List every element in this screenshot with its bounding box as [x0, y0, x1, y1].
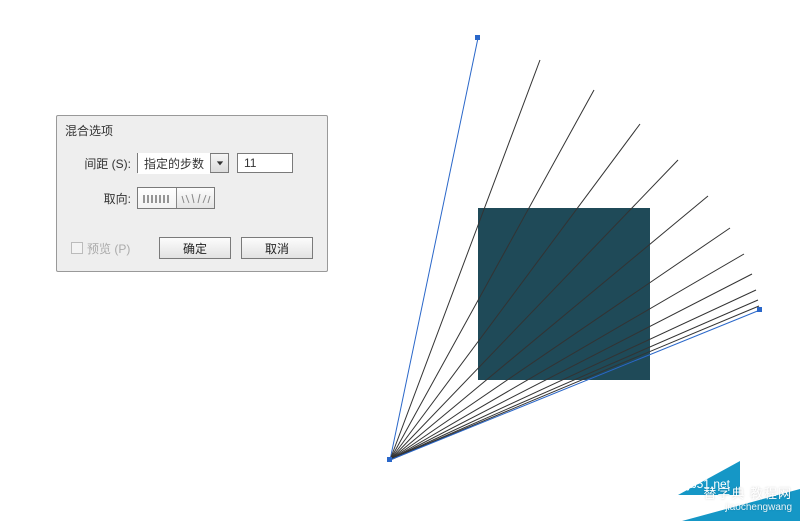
watermark-text: 替字典 教程网 jiaochengwang [703, 487, 792, 515]
dialog-footer: 预览 (P) 确定 取消 [57, 231, 327, 271]
cancel-button[interactable]: 取消 [241, 237, 313, 259]
align-to-path-icon[interactable] [176, 188, 214, 208]
preview-checkbox: 预览 (P) [71, 240, 149, 257]
canvas-square[interactable] [478, 208, 650, 380]
ok-button[interactable]: 确定 [159, 237, 231, 259]
orientation-label: 取向: [71, 190, 131, 207]
preview-label: 预览 (P) [87, 240, 130, 257]
spacing-label: 间距 (S): [71, 155, 131, 172]
dialog-body: 间距 (S): 指定的步数 11 取向: [57, 143, 327, 231]
orientation-row: 取向: [71, 187, 313, 209]
watermark: jb51.net 替字典 教程网 jiaochengwang [660, 461, 800, 521]
blend-options-dialog: 混合选项 间距 (S): 指定的步数 11 取向: [56, 115, 328, 272]
blend-line-start[interactable] [390, 38, 478, 460]
align-to-page-icon[interactable] [138, 188, 176, 208]
steps-value: 11 [244, 156, 256, 170]
dialog-title: 混合选项 [57, 116, 327, 143]
anchor-point[interactable] [757, 307, 762, 312]
spacing-mode-select[interactable]: 指定的步数 [137, 153, 229, 173]
checkbox-icon [71, 242, 83, 254]
chevron-down-icon[interactable] [210, 154, 228, 172]
anchor-point[interactable] [475, 35, 480, 40]
spacing-mode-value: 指定的步数 [138, 153, 210, 174]
spacing-row: 间距 (S): 指定的步数 11 [71, 153, 313, 173]
steps-input[interactable]: 11 [237, 153, 293, 173]
anchor-point[interactable] [387, 457, 392, 462]
orientation-toggle [137, 187, 215, 209]
